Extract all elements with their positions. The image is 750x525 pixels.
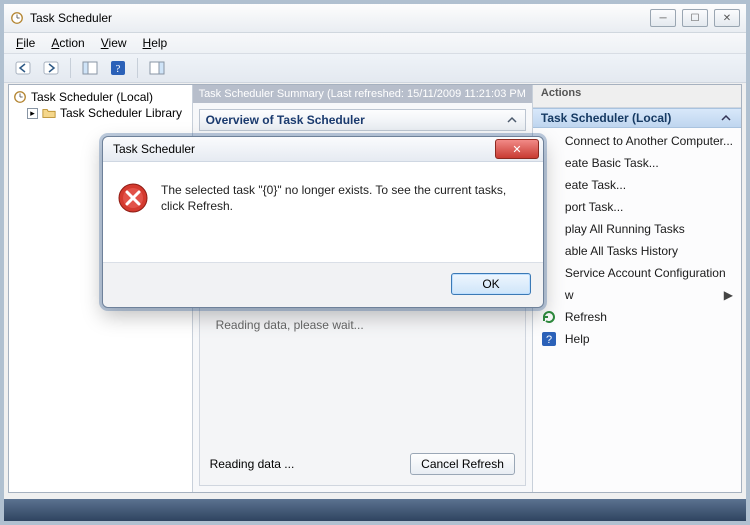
help-icon: ? [110, 60, 126, 76]
action-import-task[interactable]: port Task... [533, 196, 741, 218]
refresh-icon [541, 309, 557, 325]
action-display-running[interactable]: play All Running Tasks [533, 218, 741, 240]
tree-item-label: Task Scheduler Library [60, 106, 182, 120]
reading-status: Reading data, please wait... [216, 318, 364, 332]
window-close-button[interactable]: ✕ [714, 9, 740, 27]
folder-icon [42, 106, 56, 120]
actions-panel-icon [149, 61, 165, 75]
menu-file[interactable]: File [10, 35, 41, 51]
error-dialog: Task Scheduler ✕ The selected task "{0}"… [102, 136, 544, 308]
arrow-right-icon [43, 61, 59, 75]
arrow-left-icon [15, 61, 31, 75]
action-label: able All Tasks History [565, 244, 678, 258]
svg-text:?: ? [546, 334, 552, 346]
app-icon [10, 11, 24, 25]
action-refresh[interactable]: Refresh [533, 306, 741, 328]
overview-label: Overview of Task Scheduler [206, 113, 365, 127]
summary-header: Task Scheduler Summary (Last refreshed: … [193, 85, 532, 103]
action-enable-history[interactable]: able All Tasks History [533, 240, 741, 262]
action-label: Help [565, 332, 590, 346]
show-hide-action-pane-button[interactable] [144, 56, 170, 80]
svg-text:?: ? [116, 63, 121, 75]
action-label: Service Account Configuration [565, 266, 726, 280]
window-title: Task Scheduler [30, 11, 112, 25]
tree-item-library[interactable]: ▸ Task Scheduler Library [25, 105, 190, 121]
action-label: eate Basic Task... [565, 156, 659, 170]
tree-root[interactable]: Task Scheduler (Local) [11, 89, 190, 105]
action-label: Refresh [565, 310, 607, 324]
action-create-task[interactable]: eate Task... [533, 174, 741, 196]
back-button[interactable] [10, 56, 36, 80]
reading-footer: Reading data ... [210, 457, 295, 471]
chevron-up-icon [719, 111, 733, 125]
error-icon [117, 182, 149, 214]
action-help[interactable]: ? Help [533, 328, 741, 350]
menu-action[interactable]: Action [45, 35, 90, 51]
action-label: w [565, 288, 574, 302]
actions-pane: Actions Task Scheduler (Local) Connect t… [532, 85, 741, 492]
overview-band[interactable]: Overview of Task Scheduler [199, 109, 526, 131]
action-view-submenu[interactable]: w ▶ [533, 284, 741, 306]
dialog-close-button[interactable]: ✕ [495, 139, 539, 159]
clock-icon [13, 90, 27, 104]
action-label: Connect to Another Computer... [565, 134, 733, 148]
tree-root-label: Task Scheduler (Local) [31, 90, 153, 104]
minimize-button[interactable]: ─ [650, 9, 676, 27]
maximize-button[interactable]: ☐ [682, 9, 708, 27]
taskbar [4, 499, 746, 521]
ok-button[interactable]: OK [451, 273, 531, 295]
title-bar: Task Scheduler ─ ☐ ✕ [4, 4, 746, 33]
dialog-message: The selected task "{0}" no longer exists… [161, 182, 525, 214]
action-label: port Task... [565, 200, 623, 214]
action-label: play All Running Tasks [565, 222, 685, 236]
submenu-arrow-icon: ▶ [724, 288, 733, 302]
tree-panel-icon [82, 61, 98, 75]
action-service-account[interactable]: Service Account Configuration [533, 262, 741, 284]
help-icon: ? [541, 331, 557, 347]
menu-view[interactable]: View [95, 35, 133, 51]
cancel-refresh-button[interactable]: Cancel Refresh [410, 453, 515, 475]
show-hide-tree-button[interactable] [77, 56, 103, 80]
expand-icon[interactable]: ▸ [27, 108, 38, 119]
action-label: eate Task... [565, 178, 626, 192]
actions-header: Actions [533, 85, 741, 108]
actions-group-header[interactable]: Task Scheduler (Local) [533, 108, 741, 128]
menu-bar: File Action View Help [4, 33, 746, 54]
actions-group-label: Task Scheduler (Local) [541, 111, 671, 125]
menu-help[interactable]: Help [137, 35, 174, 51]
action-create-basic-task[interactable]: eate Basic Task... [533, 152, 741, 174]
forward-button[interactable] [38, 56, 64, 80]
dialog-title: Task Scheduler [113, 142, 195, 156]
action-connect[interactable]: Connect to Another Computer... [533, 130, 741, 152]
chevron-collapse-icon[interactable] [505, 113, 519, 127]
toolbar: ? [4, 54, 746, 83]
help-toolbar-button[interactable]: ? [105, 56, 131, 80]
